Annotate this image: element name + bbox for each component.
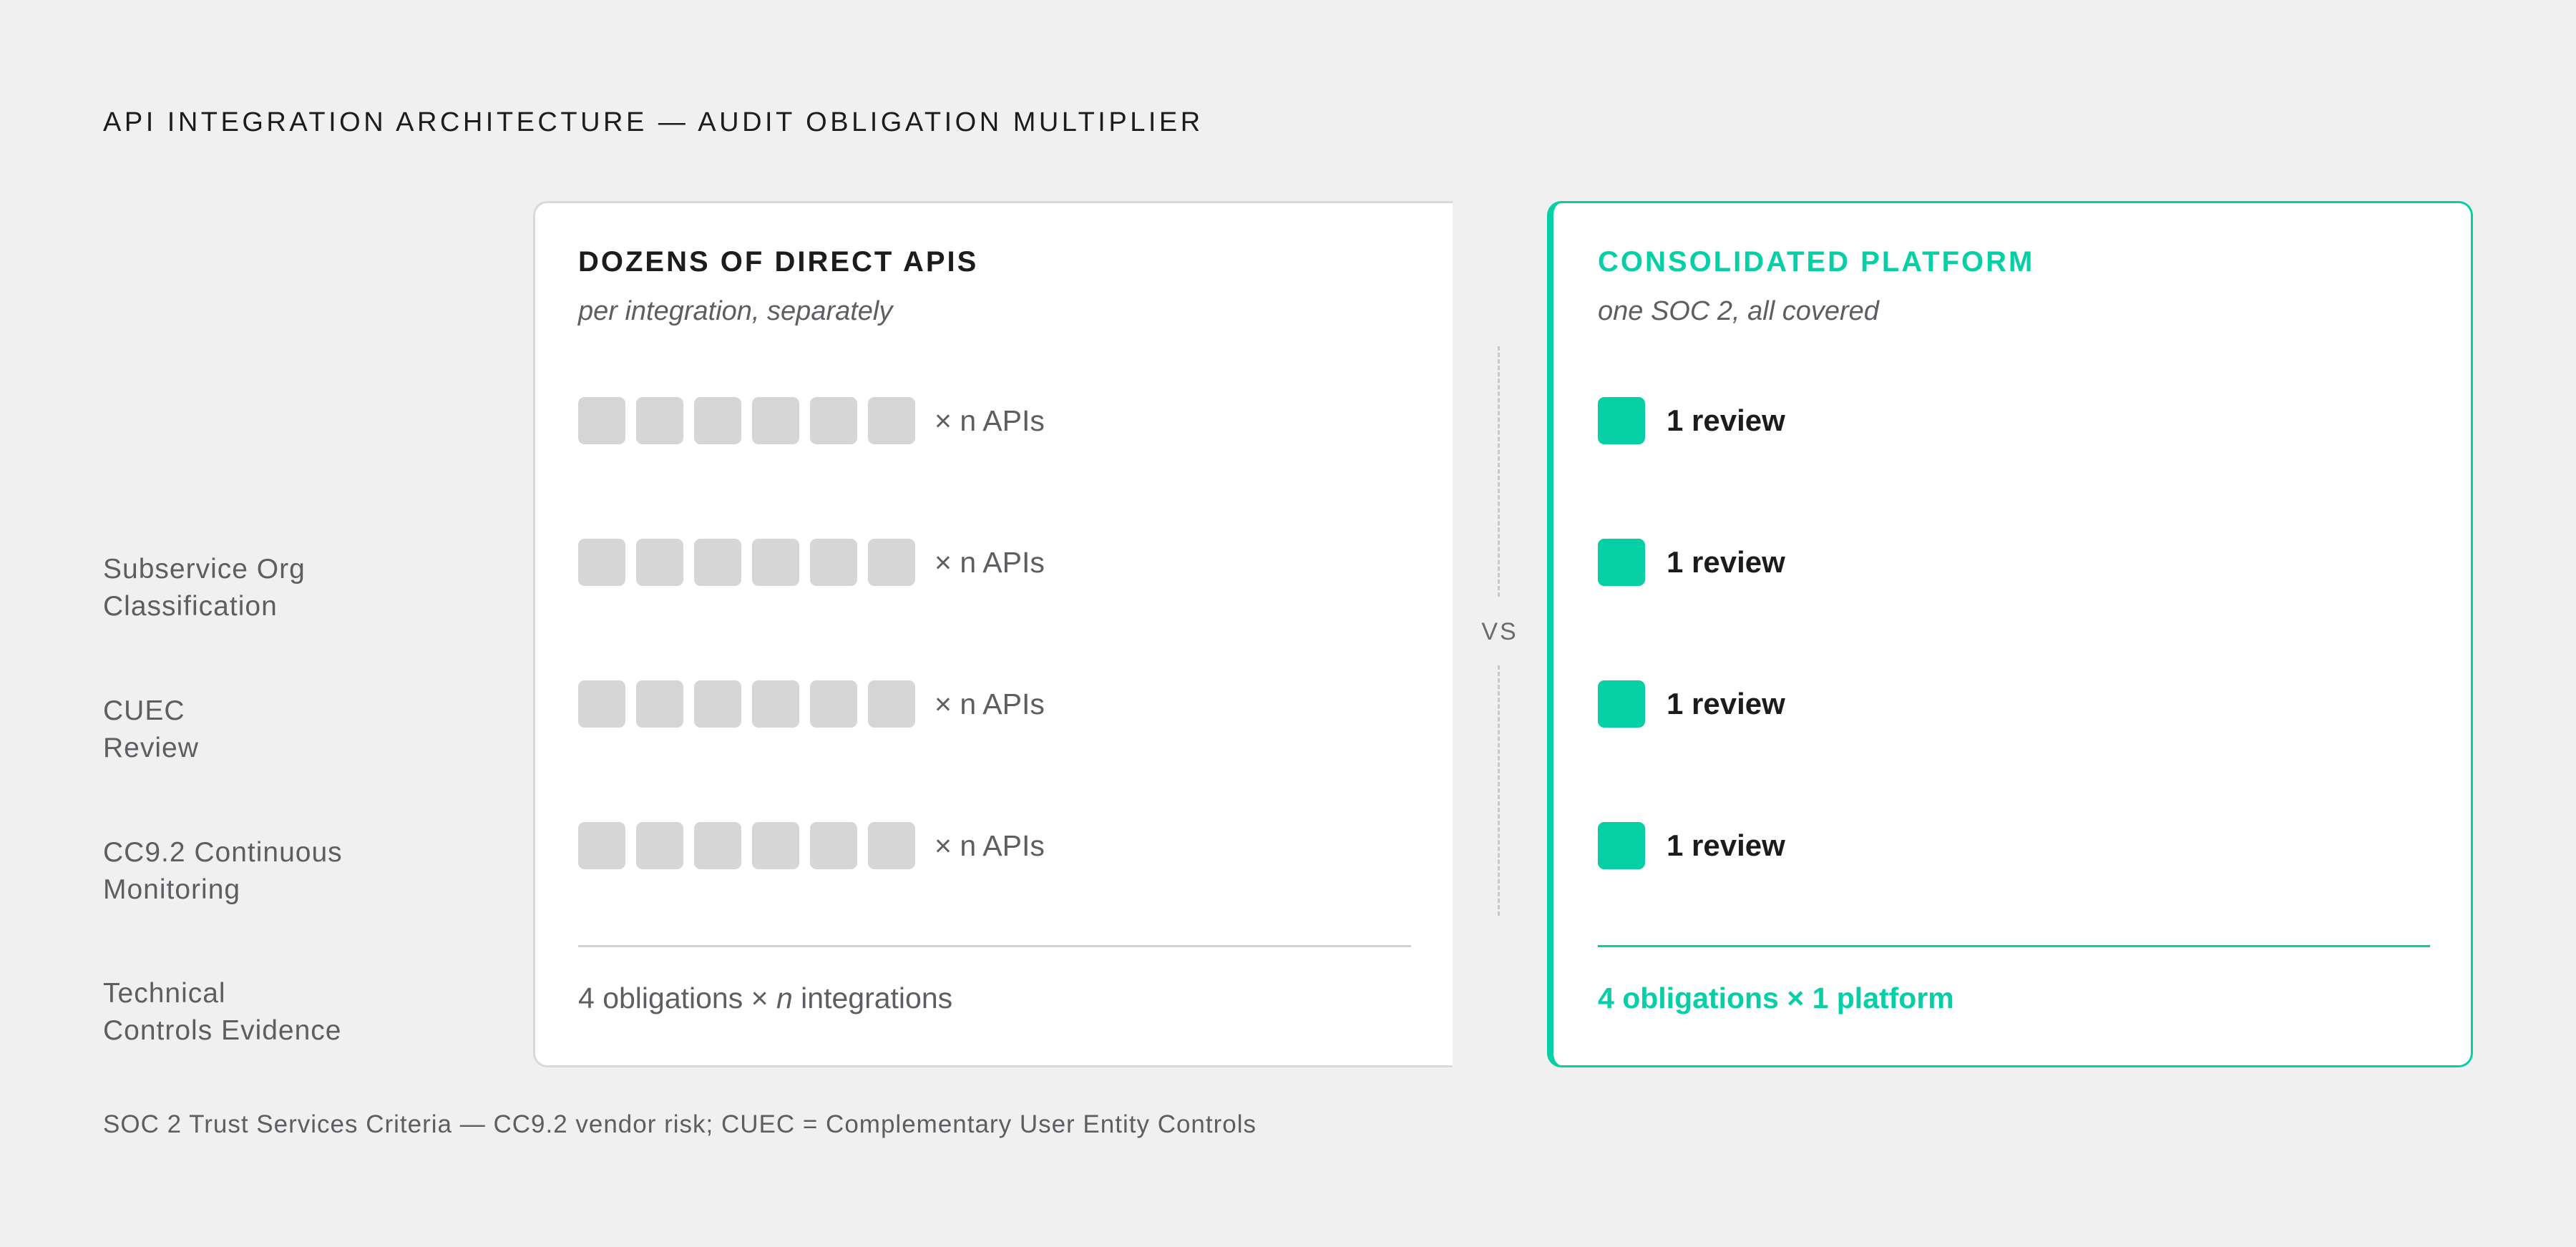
panel-summary: 4 obligations × n integrations [578,982,952,1015]
api-row: × n APIs [578,397,1045,444]
row-label-cuec: CUEC Review [103,693,199,767]
consolidated-platform-panel: CONSOLIDATED PLATFORM one SOC 2, all cov… [1547,201,2473,1067]
panel-title: DOZENS OF DIRECT APIS [578,246,979,278]
review-text: 1 review [1667,404,1785,437]
api-box [752,680,799,728]
row-label-line: Monitoring [103,874,241,905]
api-multiplier-text: × n APIs [935,828,1045,862]
page-title: API INTEGRATION ARCHITECTURE — AUDIT OBL… [103,107,1204,137]
row-label-subservice-org: Subservice Org Classification [103,551,306,625]
api-box [868,539,915,586]
panel-divider [1598,945,2430,947]
api-box [694,397,741,444]
api-row: × n APIs [578,822,1045,869]
api-box [752,397,799,444]
row-label-line: Classification [103,591,278,622]
api-box [636,397,683,444]
row-label-cc92: CC9.2 Continuous Monitoring [103,834,343,909]
vs-dashed-line-bottom [1498,665,1500,916]
api-row: × n APIs [578,680,1045,728]
review-row: 1 review [1598,680,1785,728]
review-box [1598,397,1645,444]
api-box [868,397,915,444]
api-box [810,539,857,586]
review-box [1598,822,1645,869]
api-box [752,539,799,586]
row-label-line: CC9.2 Continuous [103,837,343,868]
api-box [636,539,683,586]
review-row: 1 review [1598,397,1785,444]
api-box [578,680,625,728]
api-box [578,822,625,869]
panel-divider [578,945,1411,947]
review-box [1598,680,1645,728]
api-box [694,539,741,586]
review-row: 1 review [1598,539,1785,586]
api-box [636,680,683,728]
row-label-line: Subservice Org [103,554,306,585]
api-box [752,822,799,869]
review-box [1598,539,1645,586]
api-box [868,822,915,869]
row-label-technical-controls: Technical Controls Evidence [103,975,342,1050]
api-box [578,397,625,444]
row-label-line: Technical [103,978,226,1009]
direct-apis-panel: DOZENS OF DIRECT APIS per integration, s… [533,201,1453,1067]
panel-summary: 4 obligations × 1 platform [1598,982,1954,1014]
review-row: 1 review [1598,822,1785,869]
api-box [868,680,915,728]
api-box [810,822,857,869]
api-box [694,680,741,728]
summary-pre: 4 obligations × [578,982,776,1014]
row-label-line: CUEC [103,695,185,726]
api-multiplier-text: × n APIs [935,545,1045,579]
row-label-line: Review [103,733,199,763]
panel-title: CONSOLIDATED PLATFORM [1598,246,2035,278]
vs-label: VS [1481,618,1518,645]
api-multiplier-text: × n APIs [935,404,1045,437]
review-text: 1 review [1667,828,1785,862]
panel-subtitle: per integration, separately [578,296,893,326]
review-text: 1 review [1667,687,1785,720]
row-label-line: Controls Evidence [103,1015,342,1046]
footnote: SOC 2 Trust Services Criteria — CC9.2 ve… [103,1110,1257,1138]
review-text: 1 review [1667,545,1785,579]
api-box [694,822,741,869]
api-box [578,539,625,586]
vs-dashed-line-top [1498,346,1500,597]
api-box [636,822,683,869]
api-row: × n APIs [578,539,1045,586]
api-multiplier-text: × n APIs [935,687,1045,720]
summary-post: integrations [792,982,953,1014]
summary-n: n [776,982,793,1014]
api-box [810,680,857,728]
api-box [810,397,857,444]
panel-subtitle: one SOC 2, all covered [1598,296,1879,326]
